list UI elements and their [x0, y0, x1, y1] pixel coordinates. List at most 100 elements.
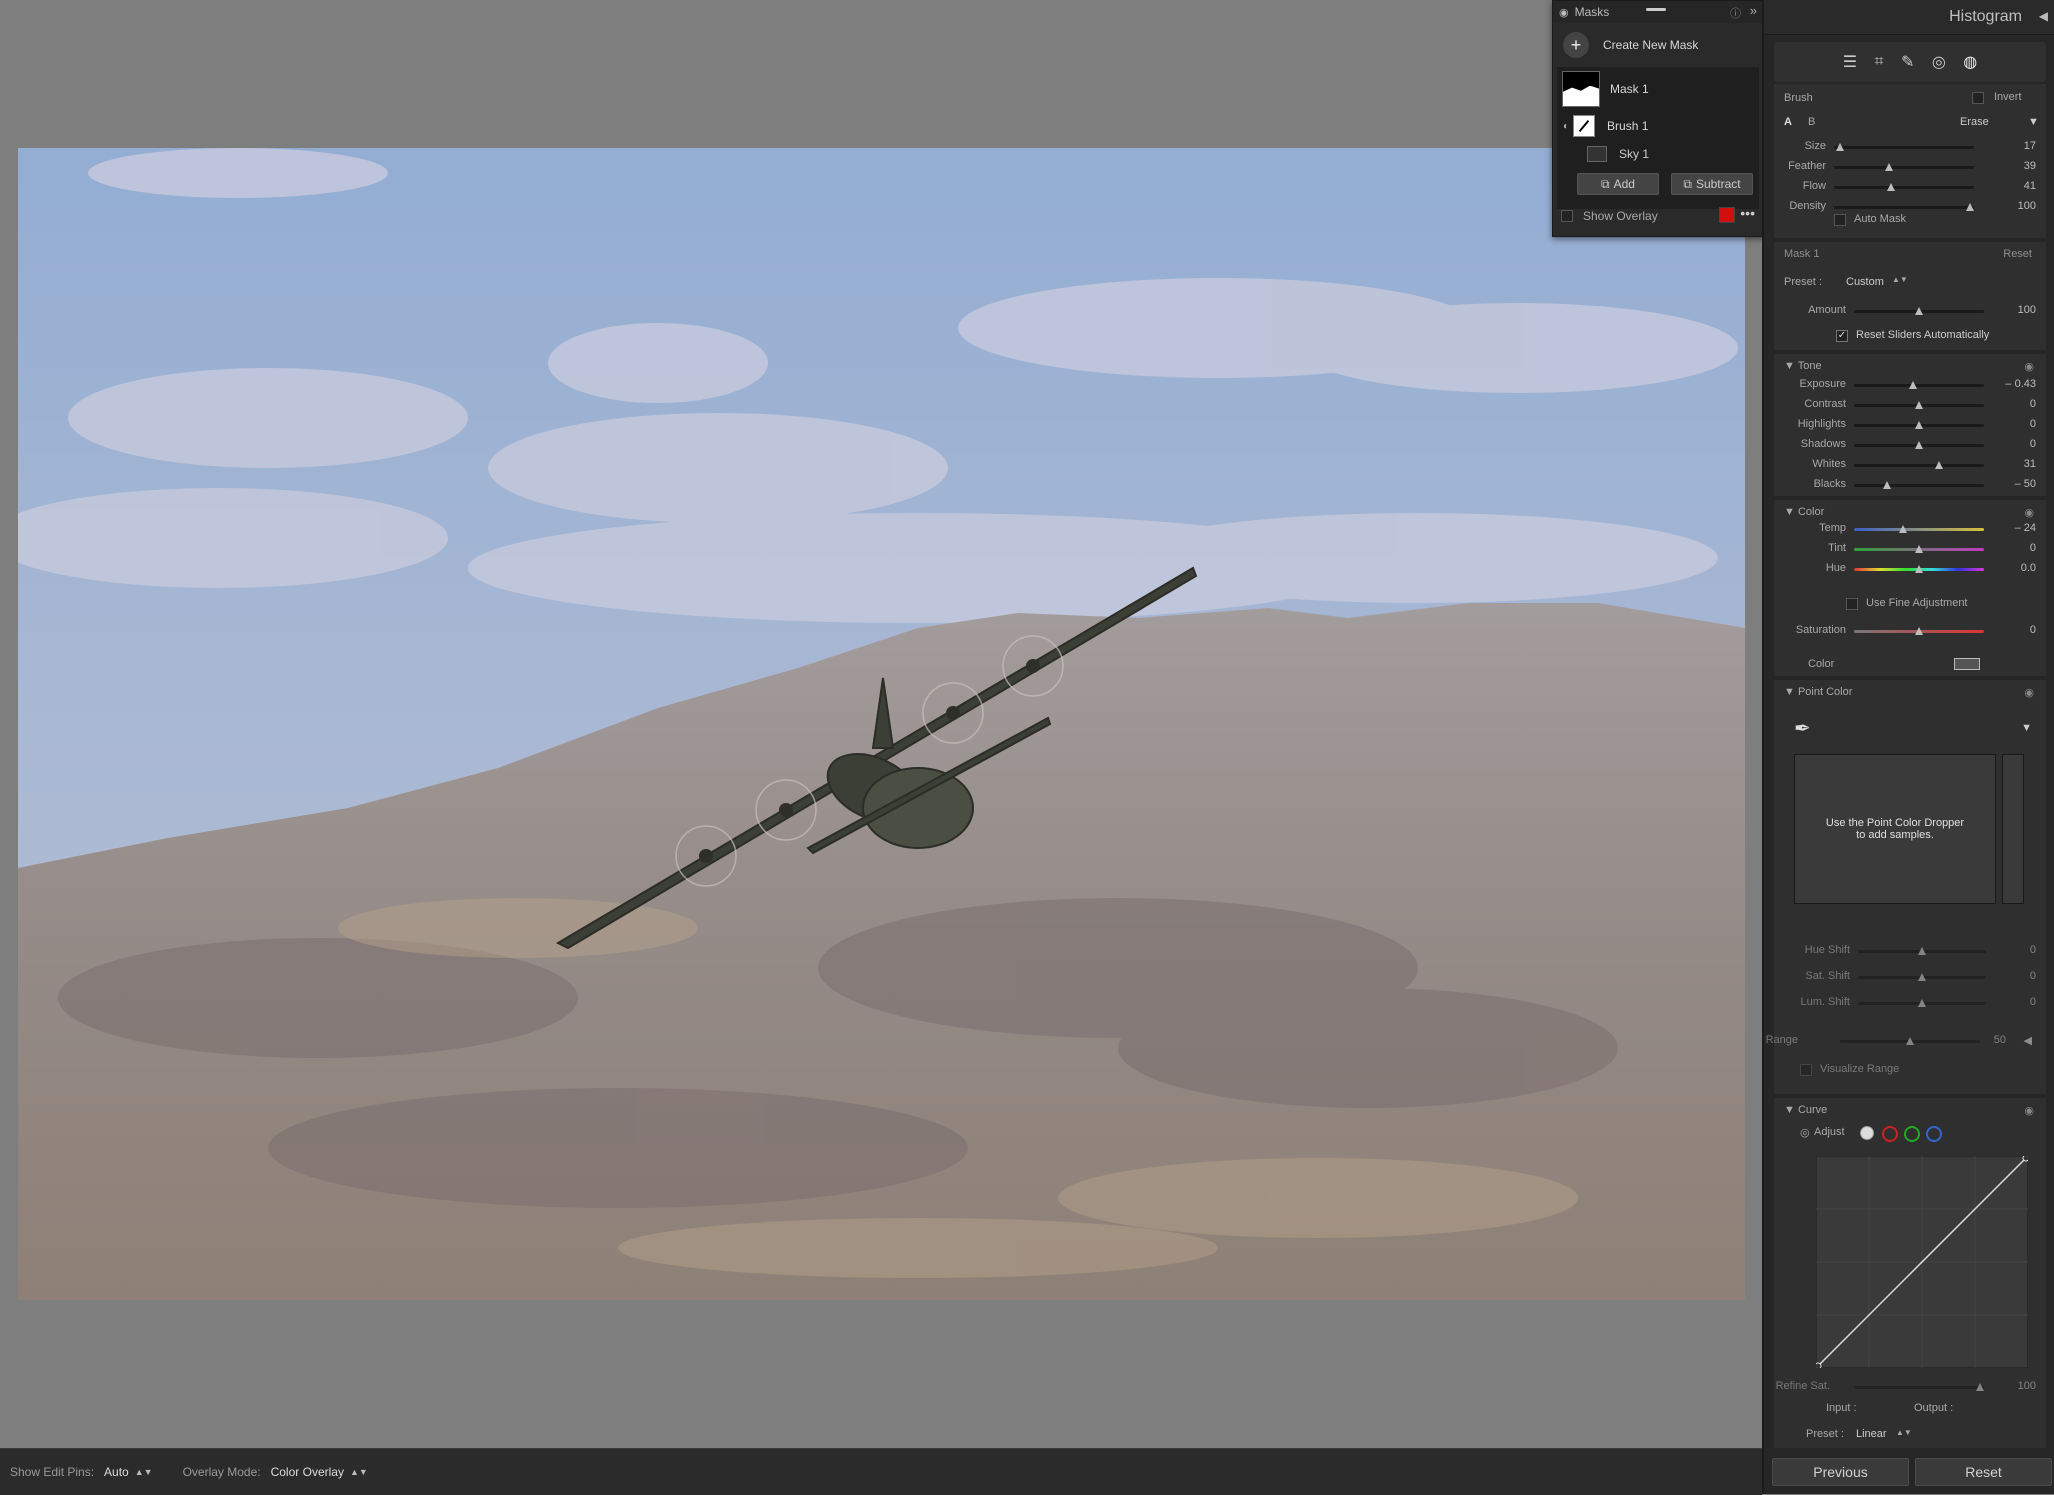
show-overlay-checkbox[interactable]	[1561, 210, 1573, 222]
color-slider-hue[interactable]: Hue 0.0	[1774, 562, 2046, 576]
overlay-mode-select[interactable]: Color Overlay	[271, 1465, 344, 1479]
slider-thumb[interactable]	[1835, 143, 1844, 151]
slider-thumb[interactable]	[1915, 441, 1923, 449]
edit-pins-select[interactable]: Auto	[104, 1465, 129, 1479]
slider-thumb[interactable]	[1915, 421, 1923, 429]
tone-header[interactable]: ▼ Tone	[1784, 360, 1822, 372]
previous-button[interactable]: Previous	[1772, 1458, 1909, 1486]
saturation-slider[interactable]: Saturation 0	[1774, 624, 2046, 638]
brush-slider-flow[interactable]: Flow 41	[1774, 180, 2046, 194]
reset-sliders-checkbox[interactable]: ✓	[1836, 330, 1848, 342]
slider-value[interactable]: 0	[2030, 438, 2036, 450]
tone-slider-blacks[interactable]: Blacks – 50	[1774, 478, 2046, 492]
slider-thumb[interactable]	[1915, 401, 1923, 409]
color-header[interactable]: ▼ Color	[1784, 506, 1824, 518]
saturation-thumb[interactable]	[1915, 627, 1923, 635]
add-button[interactable]: ⧉ Add	[1577, 173, 1659, 195]
range-slider[interactable]: Range 50 ◀	[1766, 1034, 2046, 1048]
tone-slider-shadows[interactable]: Shadows 0	[1774, 438, 2046, 452]
slider-value[interactable]: 31	[2024, 458, 2036, 470]
slider-thumb[interactable]	[1918, 973, 1926, 981]
slider-value[interactable]: 100	[2018, 200, 2036, 212]
brush-erase-tab[interactable]: Erase	[1960, 116, 1989, 128]
slider-track[interactable]	[1854, 384, 1984, 387]
more-icon[interactable]: •••	[1740, 205, 1755, 221]
brush-slider-density[interactable]: Density 100	[1774, 200, 2046, 214]
slider-thumb[interactable]	[1887, 183, 1896, 191]
masking-icon[interactable]: ◍	[1963, 52, 1977, 72]
tone-slider-whites[interactable]: Whites 31	[1774, 458, 2046, 472]
slider-value[interactable]: 0	[2030, 542, 2036, 554]
slider-track[interactable]	[1854, 528, 1984, 531]
fine-adjust-checkbox[interactable]	[1846, 598, 1858, 610]
slider-value[interactable]: 39	[2024, 160, 2036, 172]
curve-preset-select[interactable]: Linear	[1856, 1428, 1887, 1440]
amount-value[interactable]: 100	[2018, 304, 2036, 316]
brush-slider-feather[interactable]: Feather 39	[1774, 160, 2046, 174]
slider-track[interactable]	[1834, 186, 1974, 189]
slider-track[interactable]	[1854, 464, 1984, 467]
mask-preset-select[interactable]: Custom	[1846, 276, 1884, 288]
edit-sliders-icon[interactable]: ☰	[1843, 52, 1857, 72]
eyedropper-icon[interactable]: ✒	[1794, 716, 1811, 741]
crop-icon[interactable]: ⌗	[1875, 53, 1884, 71]
reset-button[interactable]: Reset	[1915, 1458, 2052, 1486]
eye-icon[interactable]: ◉	[1559, 6, 1569, 19]
slider-thumb[interactable]	[1934, 461, 1943, 469]
preset-arrows-icon[interactable]: ▲▼	[1892, 275, 1908, 284]
help-icon[interactable]: ⓘ	[1730, 5, 1741, 21]
amount-slider[interactable]: Amount 100	[1774, 304, 2046, 318]
point-color-slider-sat-shift[interactable]: Sat. Shift 0	[1774, 970, 2046, 984]
slider-value[interactable]: 0	[2030, 996, 2036, 1008]
tone-curve-graph[interactable]	[1816, 1156, 2028, 1368]
point-color-slider-lum-shift[interactable]: Lum. Shift 0	[1774, 996, 2046, 1010]
channel-red-icon[interactable]	[1882, 1126, 1898, 1142]
slider-thumb[interactable]	[1899, 525, 1908, 533]
color-slider-tint[interactable]: Tint 0	[1774, 542, 2046, 556]
tone-slider-exposure[interactable]: Exposure – 0.43	[1774, 378, 2046, 392]
slider-value[interactable]: 0	[2030, 418, 2036, 430]
point-color-samples-area[interactable]: Use the Point Color Dropper to add sampl…	[1794, 754, 1996, 904]
curve-header[interactable]: ▼ Curve	[1784, 1104, 1827, 1116]
slider-value[interactable]: – 0.43	[2005, 378, 2036, 390]
range-expand-icon[interactable]: ◀	[2024, 1034, 2032, 1047]
tone-visibility-eye-icon[interactable]: ◉	[2024, 360, 2034, 373]
brush-dropdown-icon[interactable]: ▼	[2028, 116, 2039, 128]
channel-blue-icon[interactable]	[1926, 1126, 1942, 1142]
refine-sat-thumb[interactable]	[1976, 1383, 1984, 1391]
slider-track[interactable]	[1834, 206, 1974, 209]
refine-sat-track[interactable]	[1854, 1386, 1984, 1389]
point-color-header[interactable]: ▼ Point Color	[1784, 686, 1852, 698]
color-visibility-eye-icon[interactable]: ◉	[2024, 506, 2034, 519]
histogram-header[interactable]: Histogram ◀	[1764, 0, 2054, 35]
slider-thumb[interactable]	[1915, 545, 1923, 553]
visualize-range-checkbox[interactable]	[1800, 1064, 1812, 1076]
mask-item-sky1[interactable]: Sky 1	[1557, 143, 1757, 165]
point-color-swatch-strip[interactable]	[2002, 754, 2024, 904]
tone-slider-highlights[interactable]: Highlights 0	[1774, 418, 2046, 432]
slider-value[interactable]: 17	[2024, 140, 2036, 152]
photo-preview[interactable]	[18, 148, 1745, 1300]
slider-thumb[interactable]	[1884, 163, 1893, 171]
target-adjust-icon[interactable]: ◎	[1800, 1126, 1810, 1139]
overlay-color-swatch[interactable]	[1719, 207, 1735, 223]
edit-pins-arrows-icon[interactable]: ▲▼	[135, 1467, 153, 1477]
curve-preset-arrows-icon[interactable]: ▲▼	[1896, 1428, 1912, 1437]
mask-item-mask1[interactable]: Mask 1	[1557, 71, 1757, 107]
slider-track[interactable]	[1854, 484, 1984, 487]
healing-icon[interactable]: ✎	[1901, 52, 1914, 72]
brush-slider-size[interactable]: Size 17	[1774, 140, 2046, 154]
refine-sat-value[interactable]: 100	[2018, 1380, 2036, 1392]
brush-settings-icon[interactable]: ◐	[1563, 121, 1569, 132]
collapse-triangle-icon[interactable]: ◀	[2039, 9, 2048, 23]
create-new-mask-button[interactable]: + Create New Mask	[1553, 23, 1763, 67]
auto-mask-checkbox[interactable]	[1834, 214, 1846, 226]
curve-eye-icon[interactable]: ◉	[2024, 1104, 2034, 1117]
range-value[interactable]: 50	[1994, 1034, 2006, 1046]
invert-checkbox[interactable]	[1972, 92, 1984, 104]
double-chevron-icon[interactable]: »	[1750, 3, 1757, 18]
mask-item-brush1[interactable]: ◐ Brush 1	[1557, 113, 1757, 139]
slider-thumb[interactable]	[1915, 565, 1923, 573]
slider-thumb[interactable]	[1908, 381, 1917, 389]
color-slider-temp[interactable]: Temp – 24	[1774, 522, 2046, 536]
